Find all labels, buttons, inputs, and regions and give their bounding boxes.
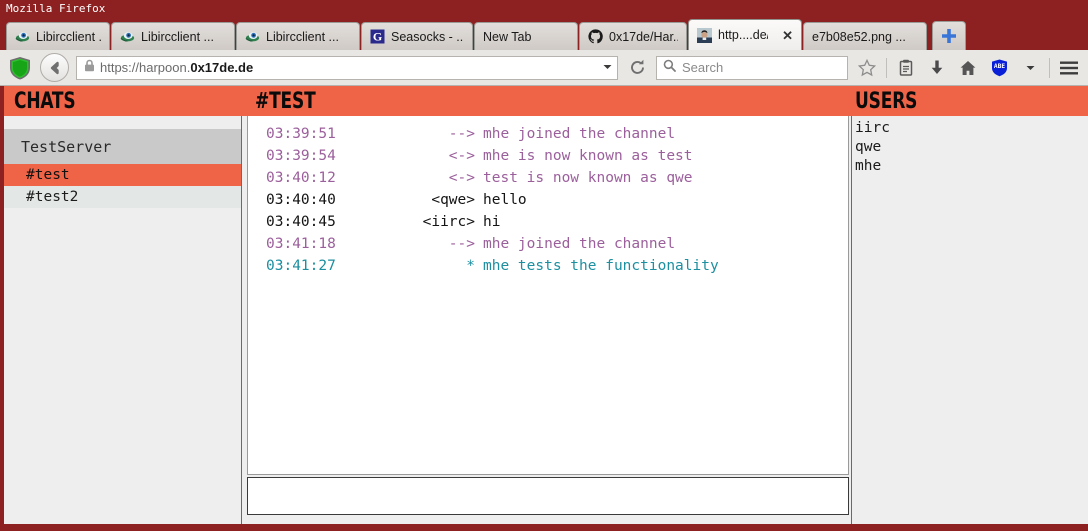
- server-group-header[interactable]: TestServer: [4, 129, 241, 164]
- message-text: hi: [483, 214, 501, 230]
- message-sender: <->: [448, 170, 475, 186]
- abe-dropdown-icon[interactable]: [1018, 55, 1042, 81]
- message-sender: <qwe>: [431, 192, 475, 208]
- message-row: 03:41:18 --> mhe joined the channel: [248, 233, 848, 255]
- users-header: USERS: [855, 88, 918, 114]
- browser-tab[interactable]: New Tab: [474, 22, 578, 50]
- tab-label: http....de/: [718, 28, 769, 42]
- user-list-item[interactable]: mhe: [855, 157, 1088, 176]
- browser-tab[interactable]: Libircclient ...: [236, 22, 360, 50]
- message-text: mhe joined the channel: [483, 126, 676, 142]
- libircclient-icon: [15, 29, 30, 44]
- message-timestamp: 03:40:12: [266, 170, 336, 186]
- bookmark-star-icon[interactable]: [855, 55, 879, 81]
- home-icon[interactable]: [956, 55, 980, 81]
- message-log[interactable]: 03:39:51 --> mhe joined the channel 03:39:5…: [247, 116, 849, 475]
- channel-header: #TEST: [255, 88, 316, 114]
- reload-icon[interactable]: [625, 55, 649, 81]
- message-text: test is now known as qwe: [483, 170, 693, 186]
- user-list-item[interactable]: iirc: [855, 119, 1088, 138]
- back-icon[interactable]: [40, 53, 69, 82]
- libircclient-icon: [245, 29, 260, 44]
- tab-strip: Libircclient ... Libircclient ... Libirccl…: [0, 17, 1088, 50]
- sidebar-item-test2[interactable]: #test2: [4, 186, 241, 208]
- chats-sidebar: TestServer #test #test2: [4, 116, 242, 524]
- web-page-content: CHATS #TEST USERS TestServer #test #test2 …: [0, 86, 1088, 524]
- tab-label: 0x17de/Har...: [609, 29, 678, 44]
- message-timestamp: 03:40:45: [266, 214, 336, 230]
- url-bar[interactable]: https://harpoon.0x17de.de: [76, 55, 618, 80]
- chats-header: CHATS: [14, 88, 76, 114]
- window-title: Mozilla Firefox: [6, 2, 106, 15]
- browser-tab[interactable]: Libircclient ...: [6, 22, 110, 50]
- firefox-window: Mozilla Firefox Libircclient ...Libirccl…: [0, 0, 1088, 531]
- browser-tab[interactable]: http....de/ ✕: [688, 19, 802, 50]
- message-timestamp: 03:41:27: [266, 258, 336, 274]
- svg-text:G: G: [373, 30, 382, 44]
- browser-tab[interactable]: Libircclient ...: [111, 22, 235, 50]
- message-input-wrapper: [247, 477, 849, 515]
- toolbar-separator-2: [1049, 57, 1050, 78]
- tab-label: e7b08e52.png ...: [812, 29, 906, 44]
- seasocks-g-icon: G: [370, 29, 385, 44]
- app-header-bar: CHATS #TEST USERS: [4, 86, 1088, 116]
- toolbar-separator: [886, 57, 887, 78]
- message-input[interactable]: [247, 477, 849, 515]
- search-input[interactable]: Search: [656, 55, 848, 80]
- lock-icon: [84, 59, 95, 77]
- sidebar-item-test[interactable]: #test: [4, 164, 241, 186]
- url-text: https://harpoon.0x17de.de: [100, 60, 254, 75]
- browser-tab[interactable]: G Seasocks - ...: [361, 22, 473, 50]
- message-row: 03:39:51 --> mhe joined the channel: [248, 123, 848, 145]
- noscript-shield-icon[interactable]: [7, 55, 33, 81]
- message-timestamp: 03:40:40: [266, 192, 336, 208]
- window-titlebar: Mozilla Firefox: [0, 0, 1088, 17]
- user-list-item[interactable]: qwe: [855, 138, 1088, 157]
- new-tab-button[interactable]: [932, 21, 966, 50]
- users-panel: iirc qwe mhe: [851, 116, 1088, 524]
- tab-label: Libircclient ...: [36, 29, 101, 44]
- message-row: 03:41:27 * mhe tests the functionality: [248, 255, 848, 277]
- search-icon: [663, 59, 676, 77]
- search-placeholder: Search: [682, 60, 724, 75]
- app-body: TestServer #test #test2 03:39:51 --> mhe joi…: [4, 116, 1088, 524]
- abe-shield-icon[interactable]: ABE: [987, 55, 1011, 81]
- tab-label: Libircclient ...: [266, 29, 339, 44]
- message-text: mhe tests the functionality: [483, 258, 719, 274]
- tab-label: Libircclient ...: [141, 29, 214, 44]
- message-row: 03:40:12 <-> test is now known as qwe: [248, 167, 848, 189]
- tab-label: Seasocks - ...: [391, 29, 464, 44]
- message-timestamp: 03:39:54: [266, 148, 336, 164]
- message-timestamp: 03:39:51: [266, 126, 336, 142]
- avatar-photo-icon: [697, 27, 712, 43]
- message-sender: <iirc>: [422, 214, 475, 230]
- tab-label: New Tab: [483, 29, 532, 44]
- github-icon: [588, 29, 603, 44]
- message-row: 03:39:54 <-> mhe is now known as test: [248, 145, 848, 167]
- downloads-icon[interactable]: [925, 55, 949, 81]
- browser-tab[interactable]: 0x17de/Har...: [579, 22, 687, 50]
- message-timestamp: 03:41:18: [266, 236, 336, 252]
- plus-icon: [942, 29, 956, 43]
- svg-text:ABE: ABE: [993, 63, 1004, 70]
- menu-icon[interactable]: [1057, 55, 1081, 81]
- message-text: mhe is now known as test: [483, 148, 693, 164]
- message-text: mhe joined the channel: [483, 236, 676, 252]
- browser-tab[interactable]: e7b08e52.png ...: [803, 22, 927, 50]
- message-pane: 03:39:51 --> mhe joined the channel 03:39:5…: [247, 116, 849, 524]
- message-sender: *: [466, 258, 475, 274]
- url-dropdown-icon[interactable]: [602, 59, 613, 77]
- message-sender: -->: [448, 236, 475, 252]
- message-text: hello: [483, 192, 527, 208]
- libircclient-icon: [120, 29, 135, 44]
- reader-icon[interactable]: [894, 55, 918, 81]
- tab-close-icon[interactable]: ✕: [782, 29, 793, 42]
- message-row: 03:40:45 <iirc> hi: [248, 211, 848, 233]
- message-row: 03:40:40 <qwe> hello: [248, 189, 848, 211]
- message-sender: <->: [448, 148, 475, 164]
- message-sender: -->: [448, 126, 475, 142]
- navigation-toolbar: https://harpoon.0x17de.de Search ABE: [0, 50, 1088, 86]
